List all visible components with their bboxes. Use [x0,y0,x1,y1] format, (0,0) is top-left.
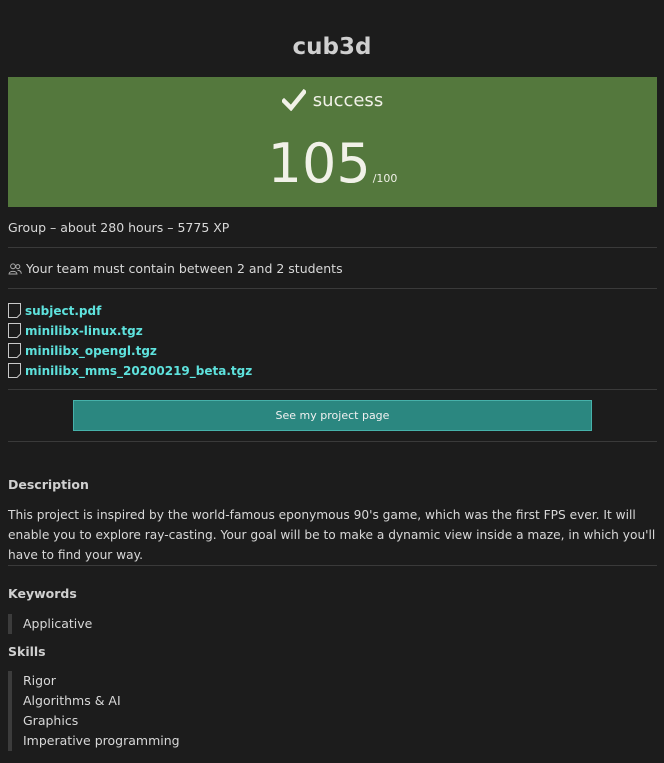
file-icon [8,323,21,338]
attachment-link-minilibx-mms[interactable]: minilibx_mms_20200219_beta.tgz [25,364,252,378]
skill-tag: Algorithms & AI [23,693,121,708]
keywords-list: Applicative [8,614,92,634]
keyword-tag: Applicative [23,616,93,631]
file-icon [8,303,21,318]
final-mark: 105 [267,132,371,195]
skill-tag: Imperative programming [23,733,180,748]
attachment-item: minilibx-linux.tgz [8,320,143,338]
status-label: success [312,89,384,111]
mark-max: /100 [372,172,398,185]
grade-panel: success 105 /100 [8,77,657,207]
mark-row: 105 /100 [8,132,657,196]
see-project-page-button[interactable]: See my project page [73,400,592,431]
divider [8,565,657,566]
skill-tag: Graphics [23,713,79,728]
divider [8,441,657,442]
divider [8,389,657,390]
project-summary: Group – about 280 hours – 5775 XP [8,220,230,235]
keywords-heading: Keywords [8,586,77,601]
attachment-link-subject[interactable]: subject.pdf [25,304,101,318]
divider [8,288,657,289]
attachment-item: subject.pdf [8,300,101,318]
check-icon [281,89,306,111]
file-icon [8,343,21,358]
status-row: success [8,89,657,111]
project-title: cub3d [292,34,372,60]
file-icon [8,363,21,378]
description-text: This project is inspired by the world-fa… [8,508,656,562]
team-icon [8,262,22,275]
attachment-link-minilibx-linux[interactable]: minilibx-linux.tgz [25,324,143,338]
attachment-item: minilibx_opengl.tgz [8,340,157,358]
divider [8,247,657,248]
skills-heading: Skills [8,644,46,659]
attachment-link-minilibx-opengl[interactable]: minilibx_opengl.tgz [25,344,157,358]
skills-list: Rigor Algorithms & AI Graphics Imperativ… [8,671,180,751]
team-requirement-text: Your team must contain between 2 and 2 s… [26,261,343,276]
attachment-item: minilibx_mms_20200219_beta.tgz [8,360,252,378]
skill-tag: Rigor [23,673,56,688]
team-requirement-row: Your team must contain between 2 and 2 s… [8,261,657,276]
description-heading: Description [8,477,89,492]
